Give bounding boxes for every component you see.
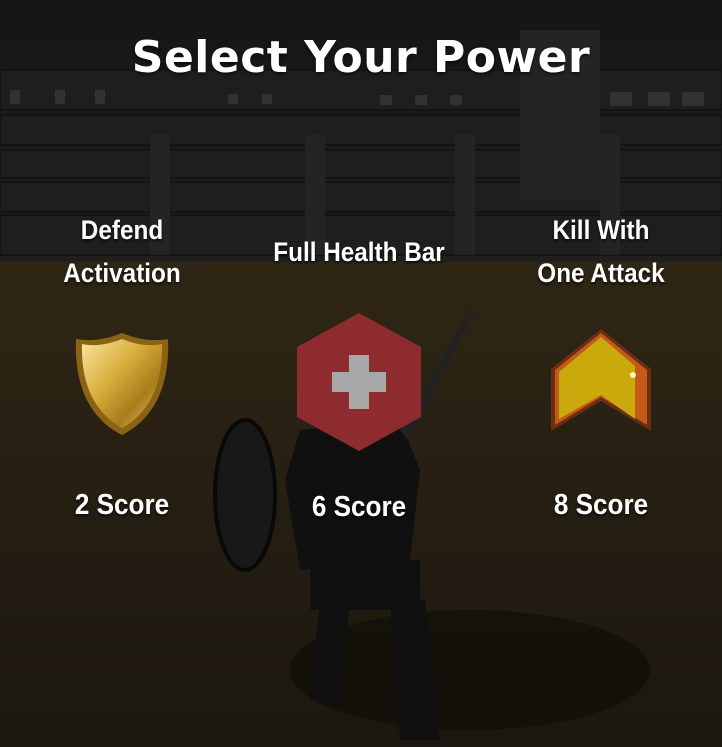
power-name-line1: Full Health Bar — [273, 237, 445, 267]
power-card-full-health[interactable]: Full Health Bar 6 Score — [249, 231, 469, 541]
power-name-line2: Activation — [63, 258, 181, 288]
power-name-line1: Defend — [80, 215, 164, 245]
screen-title: Select Your Power — [131, 32, 591, 83]
power-name-line2: One Attack — [537, 258, 665, 288]
power-card-defend[interactable]: Defend Activation 2 Score — [12, 209, 232, 539]
chevron-badge-icon[interactable] — [549, 327, 653, 438]
health-cross-icon[interactable] — [293, 311, 425, 458]
power-cost: 8 Score — [553, 489, 649, 521]
gold-shield-icon[interactable] — [72, 331, 172, 442]
power-cost: 2 Score — [74, 489, 170, 521]
power-cost: 6 Score — [311, 491, 407, 523]
power-name-line1: Kill With — [552, 215, 650, 245]
power-card-kill-one-attack[interactable]: Kill With One Attack 8 Score — [491, 209, 711, 539]
